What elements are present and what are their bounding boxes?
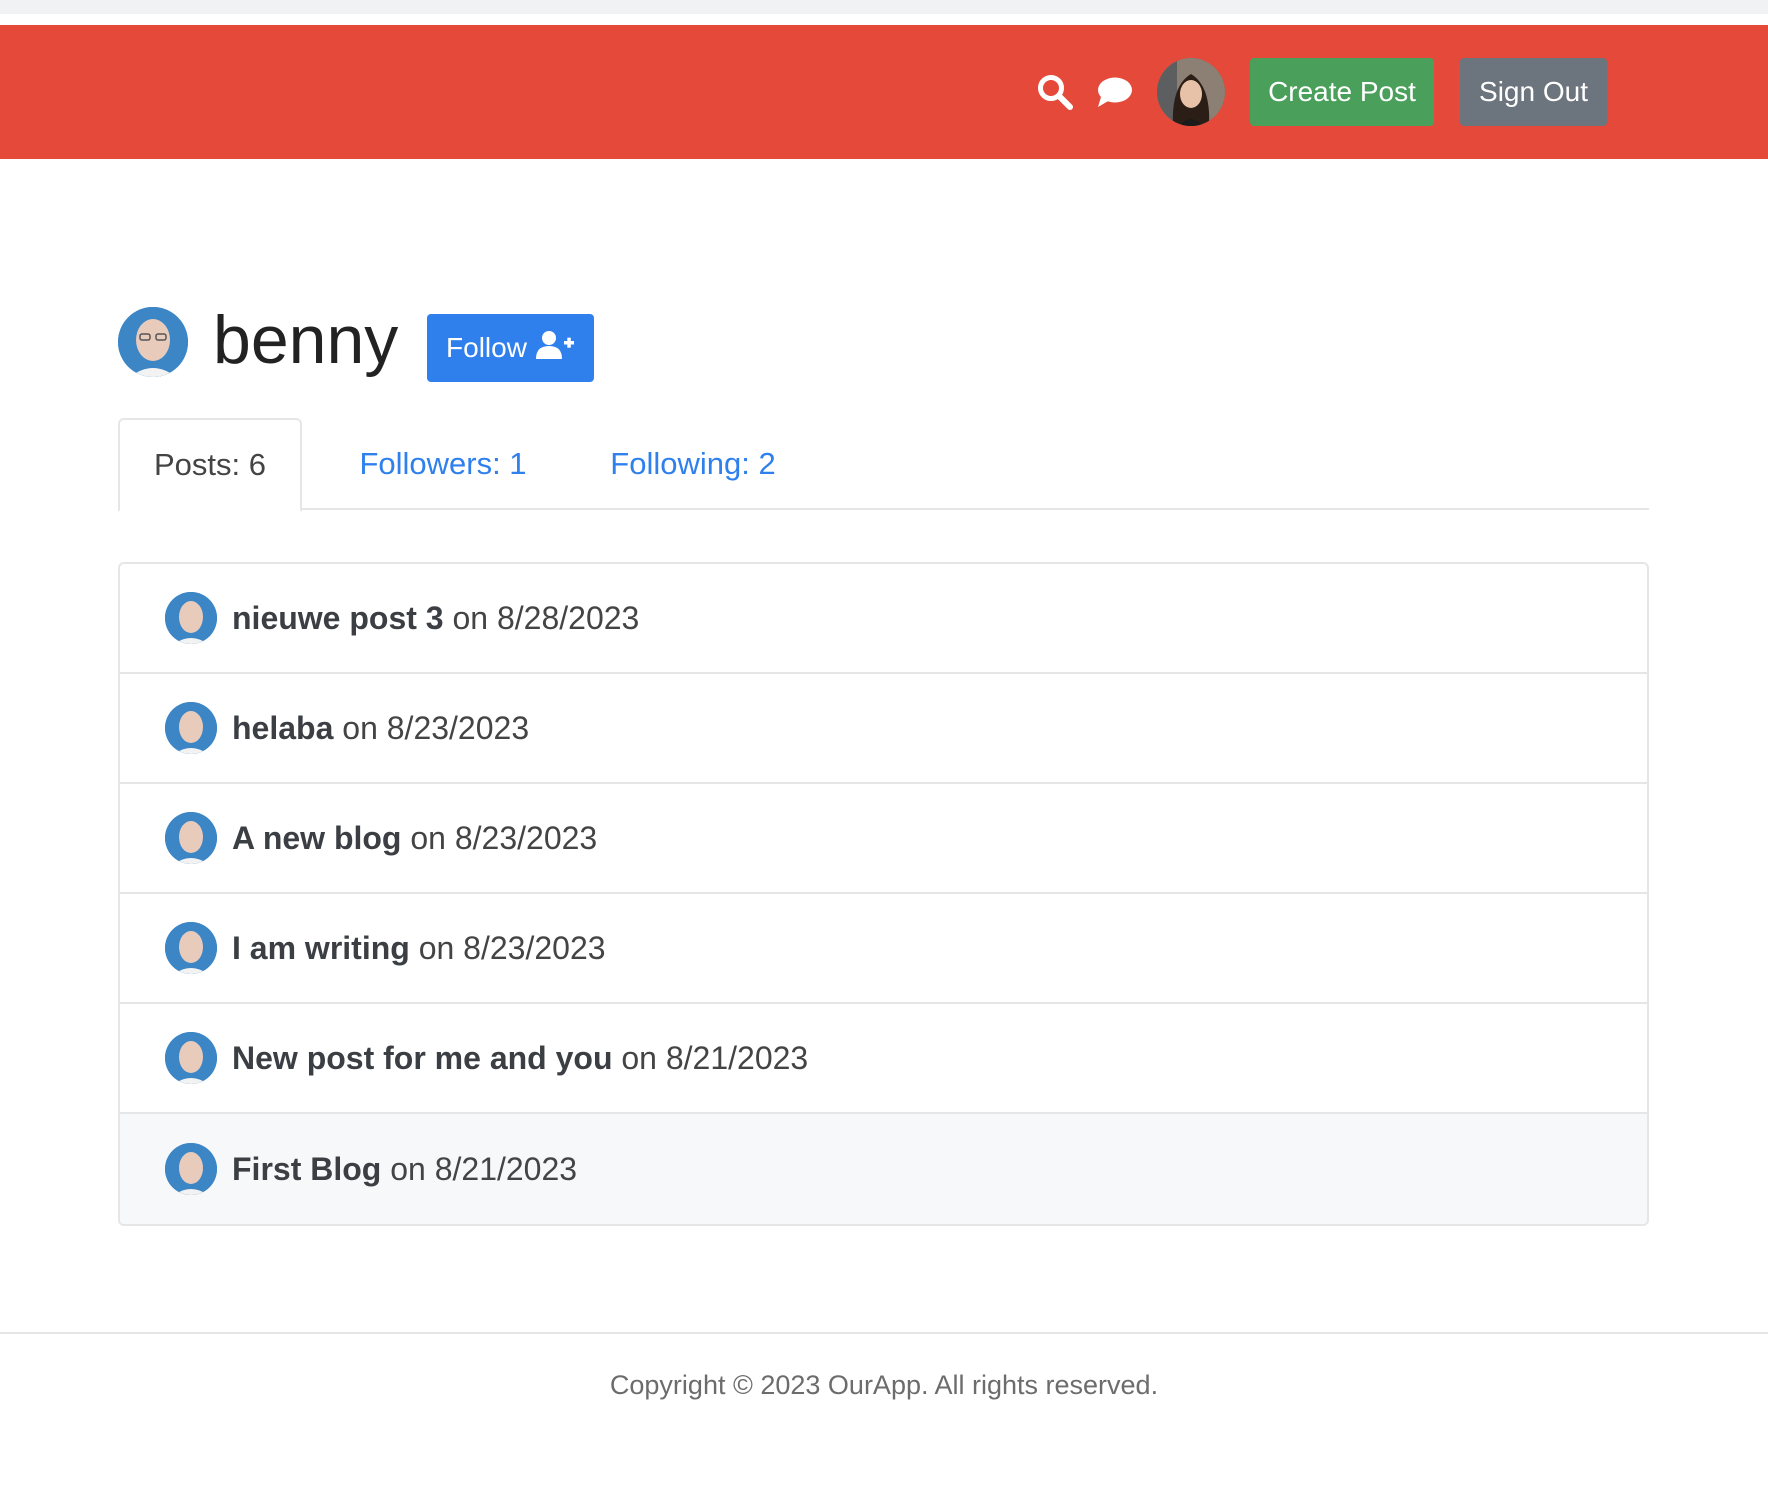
post-title[interactable]: New post for me and you bbox=[232, 1040, 612, 1076]
follow-button[interactable]: Follow bbox=[427, 314, 594, 382]
post-author-avatar bbox=[165, 702, 217, 754]
user-plus-icon bbox=[535, 330, 575, 367]
list-item[interactable]: helaba on 8/23/2023 bbox=[120, 674, 1647, 784]
post-date: on 8/23/2023 bbox=[409, 929, 606, 966]
post-date: on 8/28/2023 bbox=[443, 599, 640, 636]
post-date: on 8/23/2023 bbox=[333, 709, 530, 746]
post-title[interactable]: helaba bbox=[232, 710, 333, 746]
post-date: on 8/23/2023 bbox=[401, 819, 598, 856]
profile-avatar bbox=[118, 307, 188, 377]
post-author-avatar bbox=[165, 1143, 217, 1195]
post-text: nieuwe post 3 on 8/28/2023 bbox=[232, 600, 639, 637]
top-header: Create Post Sign Out bbox=[0, 22, 1768, 159]
follow-button-label: Follow bbox=[446, 332, 527, 363]
search-icon[interactable] bbox=[1036, 73, 1074, 111]
current-user-avatar[interactable] bbox=[1157, 58, 1225, 126]
profile-username: benny bbox=[213, 302, 399, 378]
post-author-avatar bbox=[165, 922, 217, 974]
post-list: nieuwe post 3 on 8/28/2023 helaba on 8/2… bbox=[118, 562, 1649, 1226]
create-post-button[interactable]: Create Post bbox=[1250, 58, 1434, 126]
post-title[interactable]: A new blog bbox=[232, 820, 401, 856]
post-author-avatar bbox=[165, 812, 217, 864]
post-text: I am writing on 8/23/2023 bbox=[232, 930, 606, 967]
post-title[interactable]: I am writing bbox=[232, 930, 410, 966]
post-text: helaba on 8/23/2023 bbox=[232, 710, 529, 747]
list-item[interactable]: A new blog on 8/23/2023 bbox=[120, 784, 1647, 894]
tab-following[interactable]: Following: 2 bbox=[588, 418, 798, 510]
list-item[interactable]: New post for me and you on 8/21/2023 bbox=[120, 1004, 1647, 1114]
browser-top-strip bbox=[0, 0, 1768, 14]
list-item[interactable]: nieuwe post 3 on 8/28/2023 bbox=[120, 564, 1647, 674]
footer-copyright: Copyright © 2023 OurApp. All rights rese… bbox=[609, 1370, 1159, 1400]
profile-tabs: Posts: 6 Followers: 1 Following: 2 bbox=[118, 418, 1649, 512]
post-text: A new blog on 8/23/2023 bbox=[232, 820, 597, 857]
post-title[interactable]: nieuwe post 3 bbox=[232, 600, 444, 636]
post-text: New post for me and you on 8/21/2023 bbox=[232, 1040, 808, 1077]
post-date: on 8/21/2023 bbox=[381, 1150, 578, 1187]
post-title[interactable]: First Blog bbox=[232, 1151, 381, 1187]
list-item[interactable]: I am writing on 8/23/2023 bbox=[120, 894, 1647, 1004]
chat-icon[interactable] bbox=[1095, 75, 1133, 109]
tab-posts[interactable]: Posts: 6 bbox=[118, 418, 302, 512]
post-author-avatar bbox=[165, 592, 217, 644]
footer-divider bbox=[0, 1332, 1768, 1334]
post-author-avatar bbox=[165, 1032, 217, 1084]
post-date: on 8/21/2023 bbox=[612, 1039, 809, 1076]
tab-followers[interactable]: Followers: 1 bbox=[340, 418, 546, 510]
sign-out-button[interactable]: Sign Out bbox=[1460, 58, 1607, 126]
list-item[interactable]: First Blog on 8/21/2023 bbox=[120, 1114, 1647, 1224]
post-text: First Blog on 8/21/2023 bbox=[232, 1151, 577, 1188]
